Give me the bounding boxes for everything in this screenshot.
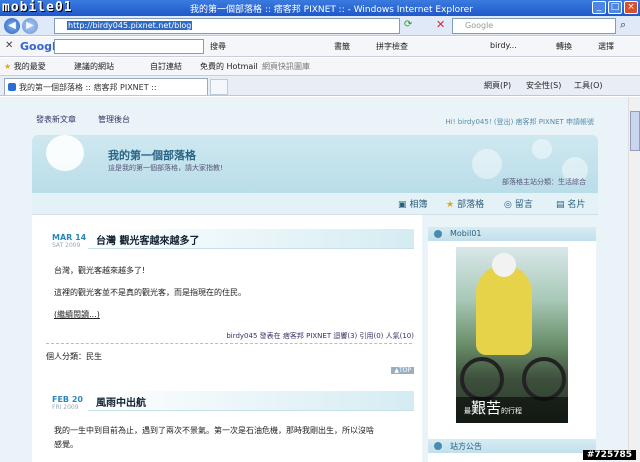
back-button[interactable]: ◀ bbox=[4, 18, 20, 34]
bookmarks-button[interactable]: 書籤 bbox=[334, 41, 350, 52]
translate-button[interactable]: 轉換 bbox=[556, 41, 572, 52]
options-button[interactable]: 選擇 bbox=[598, 41, 614, 52]
watermark: #725785 bbox=[582, 450, 636, 460]
post-title[interactable]: 風雨中出航 bbox=[96, 394, 146, 409]
star-icon: ★ bbox=[446, 200, 455, 210]
close-button[interactable]: × bbox=[624, 1, 638, 14]
post-date: FEB 20 FRI 2009 bbox=[52, 395, 83, 411]
close-toolbar-icon[interactable]: ✕ bbox=[5, 40, 13, 51]
album-icon: ▣ bbox=[398, 200, 407, 210]
user-button[interactable]: birdy... bbox=[490, 41, 517, 50]
fav-item[interactable]: 自訂連結 bbox=[150, 61, 182, 72]
refresh-icon[interactable]: ⟳ bbox=[404, 19, 412, 30]
blog-header: 我的第一個部落格 這是我的第一個部落格，請大家指教! 部落格主站分類：生活綜合 bbox=[32, 135, 598, 193]
nav-guestbook[interactable]: ◎ 留言 bbox=[504, 197, 533, 210]
vertical-scrollbar[interactable] bbox=[628, 97, 640, 462]
fav-item[interactable]: 建議的網站 bbox=[74, 61, 114, 72]
blog-nav: ▣ 相簿 ★ 部落格 ◎ 留言 ▤ 名片 bbox=[32, 193, 598, 215]
address-bar-row: ◀ ▶ http://birdy045.pixnet.net/blog ⟳ ✕ … bbox=[0, 16, 640, 36]
safety-menu[interactable]: 安全性(S) bbox=[526, 80, 561, 91]
favorites-button[interactable]: ★ 我的最愛 bbox=[4, 61, 46, 72]
title-bar: mobile01 我的第一個部落格 :: 痞客邦 PIXNET :: - Win… bbox=[0, 0, 640, 16]
post-header: 風雨中出航 bbox=[88, 391, 414, 411]
page-content: 發表新文章 管理後台 Hi! birdy045! (登出) 痞客邦 PIXNET… bbox=[0, 97, 628, 462]
mobile01-logo: mobile01 bbox=[2, 0, 73, 15]
browser-tab[interactable]: 我的第一個部落格 :: 痞客邦 PIXNET :: bbox=[4, 78, 208, 95]
nav-card[interactable]: ▤ 名片 bbox=[556, 197, 586, 210]
admin-link[interactable]: 管理後台 bbox=[98, 114, 130, 125]
sidebar-section-header: 站方公告 bbox=[428, 439, 596, 453]
blog-subtitle: 這是我的第一個部落格，請大家指教! bbox=[108, 164, 223, 172]
page-menu[interactable]: 網頁(P) bbox=[484, 80, 511, 91]
arrow-icon bbox=[434, 230, 442, 238]
forward-button[interactable]: ▶ bbox=[22, 18, 38, 34]
post-title[interactable]: 台灣 觀光客越來越多了 bbox=[96, 232, 199, 247]
top-button[interactable]: ▲TOP bbox=[391, 367, 414, 374]
read-more-link[interactable]: (繼續閱讀...) bbox=[54, 309, 100, 320]
nav-blog[interactable]: ★ 部落格 bbox=[446, 197, 484, 210]
google-toolbar: ✕ Google 搜尋 書籤 拼字檢查 birdy... 轉換 選擇 bbox=[0, 37, 640, 57]
maximize-button[interactable]: □ bbox=[608, 1, 622, 14]
google-search-input[interactable] bbox=[54, 39, 204, 54]
search-icon[interactable]: ⌕ bbox=[620, 18, 626, 32]
favorites-bar: ★ 我的最愛 建議的網站 自訂連結 免費的 Hotmail 網頁快訊圖庫 bbox=[0, 58, 640, 76]
user-greeting[interactable]: Hi! birdy045! (登出) 痞客邦 PIXNET 申請帳號 bbox=[445, 117, 594, 127]
search-input[interactable]: Google bbox=[452, 18, 616, 34]
arrow-icon bbox=[434, 442, 442, 450]
tab-bar: 我的第一個部落格 :: 痞客邦 PIXNET :: 網頁(P) 安全性(S) 工… bbox=[0, 76, 640, 96]
minimize-button[interactable]: _ bbox=[592, 1, 606, 14]
photo-caption: 最艱苦的行程 bbox=[456, 397, 568, 423]
nav-album[interactable]: ▣ 相簿 bbox=[398, 197, 428, 210]
fav-item[interactable]: 網頁快訊圖庫 bbox=[262, 61, 310, 72]
stop-icon[interactable]: ✕ bbox=[436, 18, 445, 31]
window-title: 我的第一個部落格 :: 痞客邦 PIXNET :: - Windows Inte… bbox=[190, 5, 473, 15]
blog-title[interactable]: 我的第一個部落格 bbox=[108, 147, 196, 163]
spellcheck-button[interactable]: 拼字檢查 bbox=[376, 41, 408, 52]
post-category[interactable]: 個人分類：民生 bbox=[46, 351, 102, 362]
sidebar-section-header: Mobil01 bbox=[428, 227, 596, 241]
tools-menu[interactable]: 工具(O) bbox=[574, 80, 603, 91]
new-post-link[interactable]: 發表新文章 bbox=[36, 114, 76, 125]
post-header: 台灣 觀光客越來越多了 bbox=[88, 229, 414, 249]
scroll-thumb[interactable] bbox=[630, 111, 640, 151]
google-search-button[interactable]: 搜尋 bbox=[210, 41, 226, 52]
post-text: 感覺。 bbox=[54, 440, 78, 449]
post-text: 台灣，觀光客越來越多了! bbox=[54, 266, 146, 275]
star-icon: ★ bbox=[4, 62, 12, 71]
post-text: 這裡的觀光客並不是真的觀光客，而是指現在的住民。 bbox=[54, 288, 246, 297]
card-icon: ▤ bbox=[556, 200, 565, 210]
post-date: MAR 14 SAT 2009 bbox=[52, 233, 87, 249]
post-text: 我的一生中到目前為止，遇到了兩次不景氣。第一次是石油危機，那時我剛出生，所以沒啥 bbox=[54, 426, 374, 435]
speech-bubble-icon bbox=[46, 135, 84, 171]
chat-icon: ◎ bbox=[504, 200, 512, 210]
fav-item[interactable]: 免費的 Hotmail bbox=[200, 61, 258, 72]
new-tab-button[interactable] bbox=[210, 79, 228, 95]
address-input[interactable]: http://birdy045.pixnet.net/blog bbox=[54, 18, 400, 34]
blog-category: 部落格主站分類：生活綜合 bbox=[502, 178, 586, 186]
post-list: MAR 14 SAT 2009 台灣 觀光客越來越多了 台灣，觀光客越來越多了! … bbox=[32, 215, 422, 462]
sidebar: Mobil01 最艱苦的行程 站方公告 bbox=[428, 227, 596, 462]
post-meta[interactable]: birdy045 發表在 痞客邦 PIXNET 迴響(3) 引用(0) 人氣(1… bbox=[226, 331, 414, 341]
